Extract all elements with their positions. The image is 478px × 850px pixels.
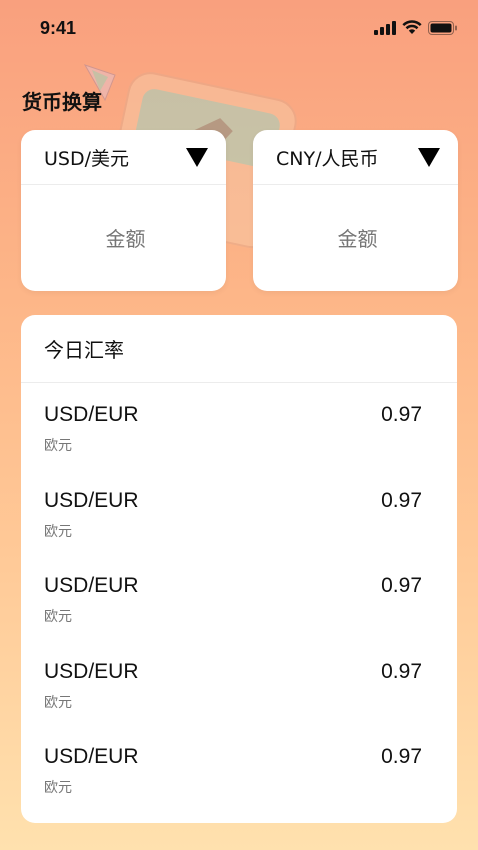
rate-currency-name: 欧元 xyxy=(44,609,72,625)
rate-pair: USD/EUR xyxy=(44,659,139,683)
rates-title: 今日汇率 xyxy=(21,315,457,383)
rates-panel: 今日汇率 USD/EUR 欧元 0.97 USD/EUR 欧元 0.97 USD… xyxy=(21,315,457,823)
rate-currency-name: 欧元 xyxy=(44,523,72,540)
rate-row[interactable]: USD/EUR 欧元 0.97 xyxy=(21,554,457,640)
page-title: 货币换算 xyxy=(22,90,102,114)
battery-icon xyxy=(428,20,458,39)
rate-currency-name: 欧元 xyxy=(44,438,72,454)
cellular-signal-icon xyxy=(374,20,396,39)
from-currency-card: USD/美元 xyxy=(21,130,226,291)
status-bar: 9:41 xyxy=(0,0,478,58)
rate-pair: USD/EUR xyxy=(44,403,139,426)
rate-row[interactable]: USD/EUR 欧元 0.97 xyxy=(21,640,457,726)
wifi-icon xyxy=(402,19,422,39)
rate-pair: USD/EUR xyxy=(44,488,139,512)
rate-row[interactable]: USD/EUR 欧元 0.97 xyxy=(21,469,457,555)
from-currency-label: USD/美元 xyxy=(44,147,129,170)
rate-currency-name: 欧元 xyxy=(44,780,72,796)
rate-value: 0.97 xyxy=(381,403,422,426)
rate-row[interactable]: USD/EUR 欧元 0.97 xyxy=(21,725,457,811)
rate-value: 0.97 xyxy=(381,745,422,768)
to-amount-input[interactable] xyxy=(253,185,458,291)
rate-pair: USD/EUR xyxy=(44,745,139,768)
to-currency-card: CNY/人民币 xyxy=(253,130,458,291)
rate-value: 0.97 xyxy=(381,574,422,597)
status-time: 9:41 xyxy=(40,18,77,38)
chevron-down-icon xyxy=(418,147,440,167)
to-currency-label: CNY/人民币 xyxy=(276,147,379,170)
rate-value: 0.97 xyxy=(381,488,422,512)
rate-pair: USD/EUR xyxy=(44,574,139,597)
rate-currency-name: 欧元 xyxy=(44,694,72,711)
from-currency-select[interactable]: USD/美元 xyxy=(21,130,226,185)
status-icons xyxy=(374,19,458,39)
rate-value: 0.97 xyxy=(381,659,422,683)
chevron-down-icon xyxy=(186,147,208,167)
from-amount-input[interactable] xyxy=(21,185,226,291)
rate-row[interactable]: USD/EUR 欧元 0.97 xyxy=(21,383,457,469)
to-currency-select[interactable]: CNY/人民币 xyxy=(253,130,458,185)
